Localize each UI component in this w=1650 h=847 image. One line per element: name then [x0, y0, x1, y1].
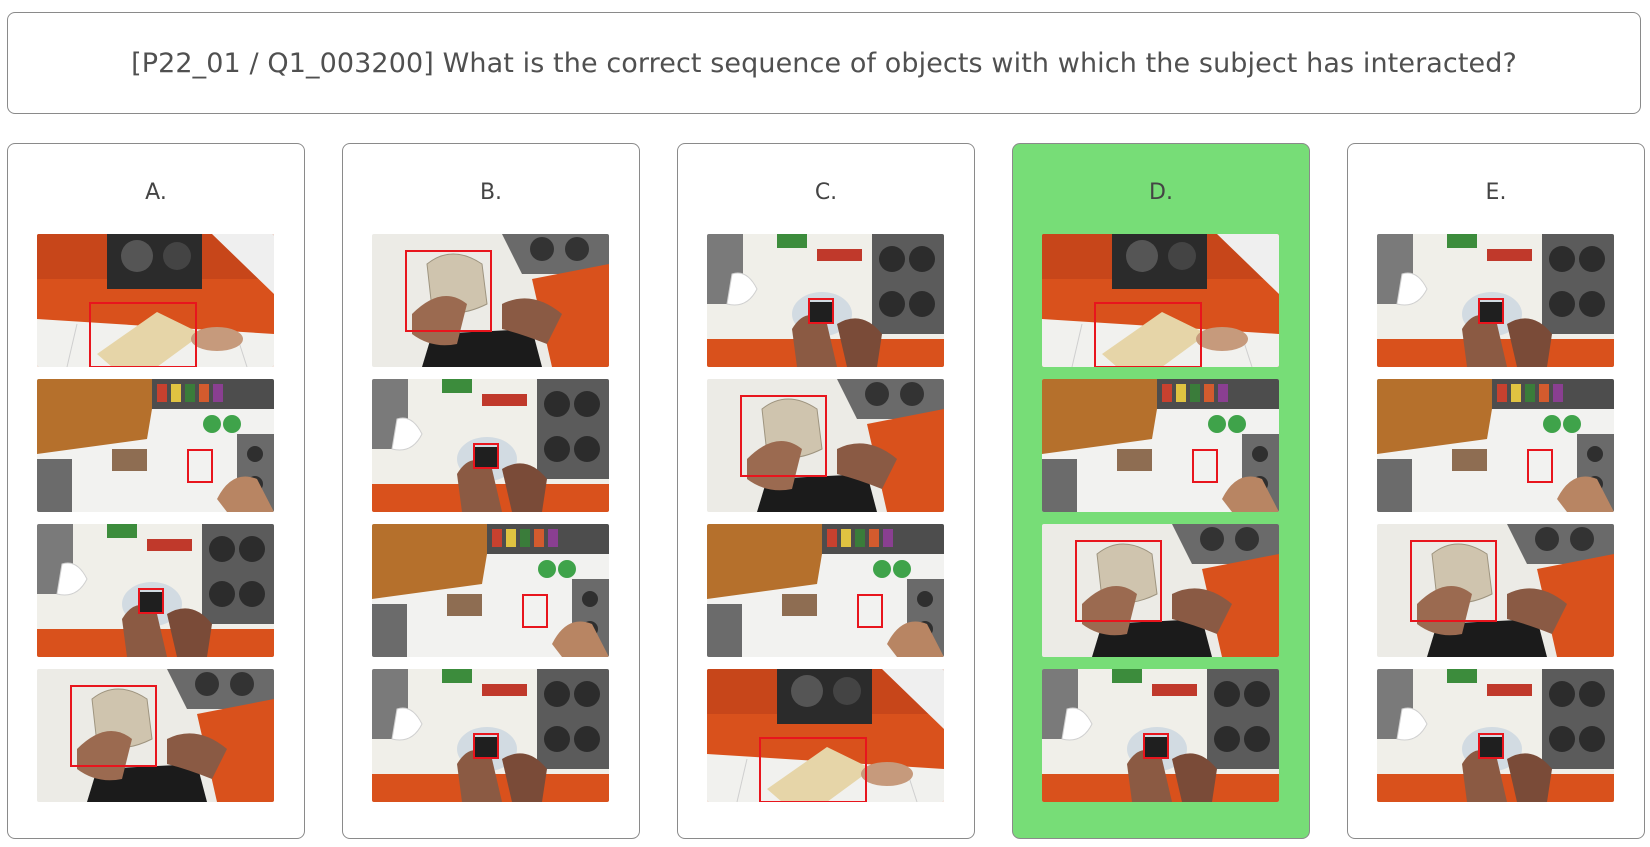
- pouch-frame: [1042, 379, 1279, 512]
- object-bounding-box: [70, 685, 157, 767]
- pouch-frame: [1377, 379, 1614, 512]
- object-bounding-box: [1192, 449, 1218, 483]
- question-text: [P22_01 / Q1_003200] What is the correct…: [131, 47, 1517, 79]
- object-bounding-box: [473, 733, 499, 759]
- question-box: [P22_01 / Q1_003200] What is the correct…: [7, 12, 1641, 114]
- option-label-d: D.: [1149, 180, 1173, 205]
- bag-frame: [707, 379, 944, 512]
- dark-cup-frame: [372, 379, 609, 512]
- option-label-c: C.: [814, 180, 838, 205]
- cutting-board-frame: [37, 234, 274, 367]
- object-bounding-box: [1527, 449, 1553, 483]
- object-bounding-box: [187, 449, 213, 483]
- object-bounding-box: [759, 737, 867, 802]
- dark-cup-frame: [1042, 669, 1279, 802]
- bag-frame: [372, 234, 609, 367]
- object-bounding-box: [1075, 540, 1162, 622]
- object-bounding-box: [1094, 302, 1202, 367]
- object-bounding-box: [1143, 733, 1169, 759]
- object-bounding-box: [1478, 298, 1504, 324]
- object-bounding-box: [857, 594, 883, 628]
- dark-cup-frame: [707, 234, 944, 367]
- object-bounding-box: [522, 594, 548, 628]
- cutting-board-frame: [707, 669, 944, 802]
- dark-cup-frame: [1377, 669, 1614, 802]
- object-bounding-box: [405, 250, 492, 332]
- object-bounding-box: [138, 588, 164, 614]
- option-card-a[interactable]: A.: [7, 143, 305, 839]
- pouch-frame: [372, 524, 609, 657]
- cutting-board-frame: [1042, 234, 1279, 367]
- option-card-c[interactable]: C.: [677, 143, 975, 839]
- option-card-e[interactable]: E.: [1347, 143, 1645, 839]
- object-bounding-box: [1478, 733, 1504, 759]
- bag-frame: [1042, 524, 1279, 657]
- dark-cup-frame: [372, 669, 609, 802]
- option-label-e: E.: [1485, 180, 1507, 205]
- object-bounding-box: [89, 302, 197, 367]
- option-label-a: A.: [145, 180, 167, 205]
- pouch-frame: [37, 379, 274, 512]
- object-bounding-box: [740, 395, 827, 477]
- pouch-frame: [707, 524, 944, 657]
- object-bounding-box: [473, 443, 499, 469]
- option-label-b: B.: [479, 180, 503, 205]
- object-bounding-box: [808, 298, 834, 324]
- option-card-b[interactable]: B.: [342, 143, 640, 839]
- object-bounding-box: [1410, 540, 1497, 622]
- option-card-d[interactable]: D.: [1012, 143, 1310, 839]
- dark-cup-frame: [37, 524, 274, 657]
- bag-frame: [1377, 524, 1614, 657]
- bag-frame: [37, 669, 274, 802]
- dark-cup-frame: [1377, 234, 1614, 367]
